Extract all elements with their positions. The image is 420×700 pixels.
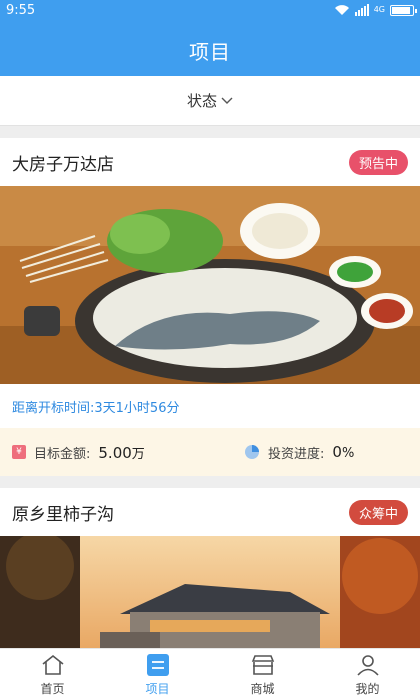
network-type: 4G	[373, 5, 385, 14]
store-icon	[251, 654, 274, 675]
tab-label: 项目	[145, 681, 170, 696]
profile-icon	[356, 654, 379, 676]
project-name: 大房子万达店	[12, 154, 114, 175]
project-card-header: 原乡里柿子沟 众筹中	[0, 488, 420, 536]
tab-label: 商城	[250, 681, 275, 696]
status-filter-label: 状态	[186, 92, 217, 110]
battery-icon	[390, 4, 417, 16]
tab-label: 我的	[355, 681, 380, 696]
progress-value: 0%	[332, 443, 355, 461]
target-amount-label: 目标金额:	[34, 446, 91, 462]
progress-label: 投资进度:	[268, 446, 325, 462]
chevron-down-icon	[221, 97, 233, 104]
status-filter-dropdown[interactable]: 状态	[187, 90, 233, 111]
status-badge: 众筹中	[348, 499, 408, 525]
home-icon	[42, 654, 63, 675]
app-header: 9:55 4G 项目	[0, 0, 420, 76]
project-card[interactable]: 大房子万达店 预告中 距离开标时间: 3天1小时56分 ¥ 目标金额: 5.00…	[0, 138, 420, 476]
countdown-row: 距离开标时间: 3天1小时56分	[0, 384, 420, 428]
status-badge: 预告中	[348, 149, 408, 175]
tab-store[interactable]: 商城	[210, 649, 315, 700]
tab-profile[interactable]: 我的	[315, 649, 420, 700]
tab-label: 首页	[40, 681, 65, 696]
project-list-icon	[146, 653, 169, 676]
countdown-label: 距离开标时间:	[12, 400, 95, 416]
investment-progress: 投资进度: 0%	[244, 443, 354, 462]
project-card-header: 大房子万达店 预告中	[0, 138, 420, 186]
project-name: 原乡里柿子沟	[12, 504, 114, 525]
filter-bar: 状态	[0, 76, 420, 126]
tab-home[interactable]: 首页	[0, 649, 105, 700]
project-photo[interactable]	[0, 536, 420, 648]
bottom-tab-bar: 首页 项目 商城 我的	[0, 648, 420, 700]
metrics-row: ¥ 目标金额: 5.00万 投资进度: 0%	[0, 428, 420, 476]
yen-icon: ¥	[12, 445, 26, 459]
page-title: 项目	[189, 40, 231, 64]
tab-projects[interactable]: 项目	[105, 649, 210, 700]
status-icons: 4G	[334, 4, 417, 16]
signal-icon	[354, 4, 369, 16]
status-bar: 9:55 4G	[0, 0, 420, 24]
project-photo[interactable]	[0, 186, 420, 384]
countdown-value: 3天1小时56分	[94, 400, 180, 416]
project-card[interactable]: 原乡里柿子沟 众筹中	[0, 488, 420, 648]
target-amount-value: 5.00万	[98, 443, 145, 462]
wifi-icon	[334, 5, 349, 15]
status-time: 9:55	[6, 3, 36, 18]
pie-chart-icon	[245, 445, 259, 459]
target-amount: ¥ 目标金额: 5.00万	[12, 443, 244, 462]
